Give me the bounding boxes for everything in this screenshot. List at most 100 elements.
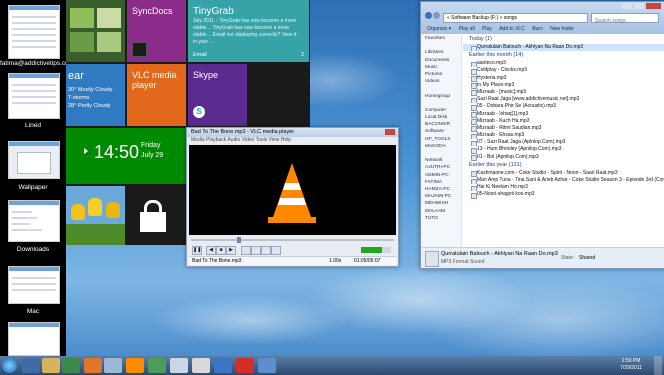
taskbar-folder-icon[interactable] — [42, 358, 60, 373]
seek-handle[interactable] — [237, 237, 241, 243]
toolbar-add-to-vlc[interactable]: Add to VLC — [499, 26, 525, 32]
vlc-speed[interactable]: 1.00x — [329, 257, 341, 265]
nav-item[interactable]: Favorites — [421, 35, 461, 42]
next-button[interactable]: ▶ — [226, 246, 236, 255]
taskbar-clock-date[interactable]: 7/29/2011 — [620, 365, 642, 372]
nav-item[interactable]: TUTO — [421, 215, 461, 222]
vlc-menu[interactable]: Media Playback Audio Video Tools View He… — [187, 137, 398, 144]
file-item[interactable]: Man Amp Tuna - Tina Sani & Arieb Azhar -… — [463, 177, 664, 185]
nav-item[interactable]: Libraries — [421, 49, 461, 56]
switcher-thumb-mac[interactable] — [8, 266, 60, 304]
switcher-thumb-email[interactable] — [8, 5, 60, 59]
switcher-thumb-lined[interactable] — [8, 73, 60, 119]
address-bar[interactable]: « Software Backup (F:) » songs — [443, 13, 588, 23]
loop-button[interactable] — [261, 246, 271, 255]
toolbar-play[interactable]: Play — [482, 26, 492, 32]
seek-bar[interactable] — [191, 239, 394, 241]
file-item[interactable]: Mizraab - Ishaq[1].mp3 — [463, 111, 664, 118]
forward-icon[interactable] — [433, 12, 440, 19]
group-header[interactable]: Earlier this year (131) — [463, 161, 664, 170]
prev-button[interactable]: ◀ — [206, 246, 216, 255]
back-icon[interactable] — [425, 12, 432, 19]
nav-item[interactable]: FATIMA — [421, 179, 461, 186]
playlist-button[interactable] — [251, 246, 261, 255]
taskbar-ie-icon[interactable] — [22, 358, 40, 373]
nav-item[interactable]: Homegroup — [421, 93, 461, 100]
taskbar-vlc-icon[interactable] — [126, 358, 144, 373]
nav-item[interactable]: ADMIN-PC — [421, 172, 461, 179]
file-item[interactable]: aaoteco.mp3 — [463, 60, 664, 68]
nav-item[interactable]: Music — [421, 64, 461, 71]
stop-button[interactable]: ■ — [216, 246, 226, 255]
pause-button[interactable]: ❚❚ — [192, 246, 202, 255]
taskbar-app5-icon[interactable] — [236, 358, 254, 373]
tile-weather[interactable]: ear 30° Mostly Cloudy T-storms 28° Partl… — [66, 64, 125, 126]
toolbar-new-folder[interactable]: New folder — [550, 26, 574, 32]
taskbar-clock-time[interactable]: 2:50 PM — [620, 358, 642, 365]
tile-lock[interactable] — [127, 186, 186, 245]
nav-item[interactable]: BACONSIR — [421, 121, 461, 128]
file-item[interactable]: Mizraab - Ritmi Saudian.mp3 — [463, 125, 664, 133]
toolbar-burn[interactable]: Burn — [532, 26, 543, 32]
taskbar-app3-icon[interactable] — [192, 358, 210, 373]
nav-item[interactable]: Local Disk — [421, 114, 461, 121]
nav-item[interactable]: Documents — [421, 57, 461, 64]
switcher-thumb-downloads[interactable] — [8, 200, 60, 242]
tile-clock[interactable]: 14:50 Friday July 29 — [66, 128, 186, 184]
nav-item[interactable]: Software — [421, 128, 461, 135]
toolbar-play-all[interactable]: Play all — [459, 26, 475, 32]
close-icon[interactable] — [646, 3, 661, 9]
taskbar-firefox-icon[interactable] — [84, 358, 102, 373]
search-input[interactable]: Search songs — [591, 13, 659, 24]
file-item[interactable]: In My Place.mp3 — [463, 82, 664, 89]
group-header[interactable]: Today (1) — [463, 35, 664, 44]
taskbar-app2-icon[interactable] — [170, 358, 188, 373]
tile-photos[interactable] — [66, 0, 125, 62]
nav-item[interactable]: Computer — [421, 107, 461, 114]
file-item[interactable]: Sazi Raat Jaga [www.addictivemusic.net].… — [463, 96, 664, 104]
file-item[interactable]: 07 - Sazi Raat Jaga (Aplnlop.Com).mp3 — [463, 139, 664, 147]
nav-item[interactable]: Videos — [421, 78, 461, 85]
file-item[interactable]: Qurratulain Balouch - Akhiyan Na Raan Do… — [463, 44, 664, 52]
nav-item[interactable]: MAKODA — [421, 143, 461, 150]
tile-syncdocs[interactable]: SyncDocs — [127, 0, 186, 62]
group-header[interactable]: Earlier this month (14) — [463, 51, 664, 60]
nav-item[interactable]: Pictures — [421, 71, 461, 78]
switcher-thumb-wallpaper[interactable] — [8, 141, 60, 179]
nav-item[interactable]: HAMZA-PC — [421, 186, 461, 193]
toolbar-organize[interactable]: Organize ▾ — [427, 26, 451, 32]
file-item[interactable]: 13 - Hum Bhooley (Apnilop.Com).mp3 — [463, 146, 664, 154]
file-item[interactable]: 05-Noori-shagoti koo.mp3 — [463, 191, 664, 199]
file-item[interactable]: Kashmaone.com - Coke Studio - Spirit - N… — [463, 170, 664, 177]
nav-item[interactable]: AJUTRI-PC — [421, 164, 461, 171]
nav-item[interactable]: HP_TOOLS — [421, 136, 461, 143]
fullscreen-button[interactable] — [241, 246, 251, 255]
close-icon[interactable] — [385, 129, 395, 135]
file-item[interactable]: 05 - Dobara Phir Se (Acoustic).mp3 — [463, 103, 664, 111]
nav-item[interactable]: MAJAMI-PC — [421, 193, 461, 200]
file-item[interactable]: Coldplay - Clocks.mp3 — [463, 67, 664, 75]
file-item[interactable]: Mizraab - Kuch Ha.mp3 — [463, 118, 664, 125]
tile-vlc[interactable]: VLC media player — [127, 64, 186, 126]
volume-slider[interactable] — [361, 247, 391, 253]
file-item[interactable]: 01 - Bol (Apnilop.Com).mp3 — [463, 154, 664, 161]
taskbar-app-icon[interactable] — [104, 358, 122, 373]
shuffle-button[interactable] — [271, 246, 281, 255]
taskbar-media-icon[interactable] — [62, 358, 80, 373]
show-desktop-button[interactable] — [654, 356, 662, 375]
switcher-thumb-other[interactable] — [8, 322, 60, 356]
nav-item[interactable]: Network — [421, 157, 461, 164]
file-item[interactable]: Hysteria.mp3 — [463, 75, 664, 82]
taskbar-app4-icon[interactable] — [214, 358, 232, 373]
maximize-icon[interactable] — [634, 3, 644, 9]
tile-tulips[interactable] — [66, 186, 125, 245]
tile-tinygrab[interactable]: TinyGrab July 2011 – TinyGrab has now be… — [188, 0, 309, 62]
file-item[interactable]: Mizraab - [music].mp3 — [463, 89, 664, 97]
start-button[interactable] — [2, 358, 17, 373]
minimize-icon[interactable] — [622, 3, 632, 9]
file-item[interactable]: Hai Ki Neelam Ho.mp3 — [463, 184, 664, 192]
nav-item[interactable]: MALAAM — [421, 208, 461, 215]
nav-item[interactable]: MEHWISH — [421, 200, 461, 207]
taskbar-chrome-icon[interactable] — [148, 358, 166, 373]
file-item[interactable]: Mizraab - Ehsas.mp3 — [463, 132, 664, 140]
